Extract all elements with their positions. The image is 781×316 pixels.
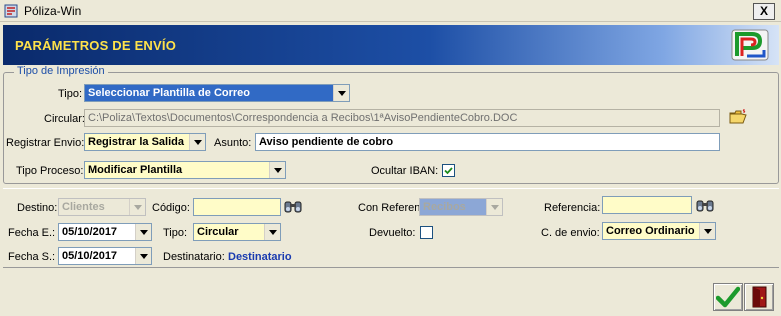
ocultar-iban-checkbox[interactable] (442, 164, 455, 177)
destinatario-link[interactable]: Destinatario (228, 251, 292, 263)
fecha-e-datepicker[interactable]: 05/10/2017 (58, 223, 152, 241)
chevron-down-icon[interactable] (264, 224, 280, 240)
close-icon: X (759, 4, 768, 18)
window-title: Póliza-Win (24, 4, 82, 18)
asunto-label: Asunto: (214, 137, 252, 149)
chevron-down-icon[interactable] (135, 224, 151, 240)
group-legend: Tipo de Impresión (14, 65, 108, 77)
c-envio-label: C. de envio: (541, 227, 600, 239)
chevron-down-icon[interactable] (333, 85, 349, 101)
registrar-envio-label: Registrar Envio: (6, 137, 85, 149)
fecha-s-label: Fecha S.: (8, 251, 56, 263)
tipo-envio-value: Circular (197, 226, 239, 238)
registrar-envio-value: Registrar la Salida (88, 136, 184, 148)
chevron-down-icon[interactable] (486, 199, 502, 215)
browse-button[interactable] (728, 108, 748, 126)
tipo-proceso-label: Tipo Proceso: (16, 165, 84, 177)
binoculars-icon (284, 201, 302, 213)
codigo-input[interactable] (193, 198, 281, 216)
tipo-envio-label: Tipo: (163, 227, 188, 239)
tipo-label: Tipo: (58, 88, 83, 100)
fecha-e-label: Fecha E.: (8, 227, 56, 239)
devuelto-checkbox[interactable] (420, 226, 433, 239)
destino-select[interactable]: Clientes (58, 198, 146, 216)
tipo-envio-select[interactable]: Circular (193, 223, 281, 241)
exit-button[interactable] (744, 283, 774, 311)
tipo-select-value: Seleccionar Plantilla de Correo (85, 85, 333, 101)
checkmark-icon (716, 286, 740, 308)
checkmark-icon (444, 167, 453, 175)
page-title: PARÁMETROS DE ENVÍO (15, 38, 177, 53)
close-button[interactable]: X (753, 3, 775, 20)
codigo-search-button[interactable] (283, 197, 303, 215)
c-envio-select[interactable]: Correo Ordinario (602, 222, 716, 240)
referencia-search-button[interactable] (695, 196, 715, 214)
chevron-down-icon[interactable] (699, 223, 715, 239)
asunto-input[interactable]: Aviso pendiente de cobro (255, 133, 720, 151)
destinatario-label: Destinatario: (163, 251, 225, 263)
chevron-down-icon[interactable] (135, 248, 151, 264)
logo-icon (730, 28, 770, 62)
chevron-down-icon[interactable] (129, 199, 145, 215)
accept-button[interactable] (713, 283, 743, 311)
circular-path-field[interactable]: C:\Poliza\Textos\Documentos\Corresponden… (84, 109, 720, 127)
codigo-label: Código: (152, 202, 190, 214)
exit-door-icon (752, 286, 767, 308)
tipo-proceso-select[interactable]: Modificar Plantilla (84, 161, 286, 179)
tipo-select[interactable]: Seleccionar Plantilla de Correo (84, 84, 350, 102)
title-bar (0, 0, 781, 22)
con-referencia-value: Recibos (420, 199, 486, 215)
devuelto-label: Devuelto: (369, 227, 416, 239)
c-envio-value: Correo Ordinario (606, 225, 695, 237)
referencia-input[interactable] (602, 196, 692, 214)
registrar-envio-select[interactable]: Registrar la Salida (84, 133, 206, 151)
chevron-down-icon[interactable] (189, 134, 205, 150)
chevron-down-icon[interactable] (269, 162, 285, 178)
header-banner: PARÁMETROS DE ENVÍO (3, 25, 779, 65)
destino-value: Clientes (62, 201, 105, 213)
circular-label: Circular: (44, 113, 85, 125)
destino-label: Destino: (17, 202, 58, 214)
fecha-s-datepicker[interactable]: 05/10/2017 (58, 247, 152, 265)
folder-open-icon (729, 109, 747, 124)
tipo-proceso-value: Modificar Plantilla (88, 164, 183, 176)
referencia-label: Referencia: (544, 202, 601, 214)
ocultar-iban-label: Ocultar IBAN: (371, 165, 439, 177)
con-referencia-select[interactable]: Recibos (419, 198, 503, 216)
binoculars-icon (696, 200, 714, 212)
fecha-s-value: 05/10/2017 (62, 250, 118, 262)
fecha-e-value: 05/10/2017 (62, 226, 118, 238)
app-icon (4, 3, 20, 19)
